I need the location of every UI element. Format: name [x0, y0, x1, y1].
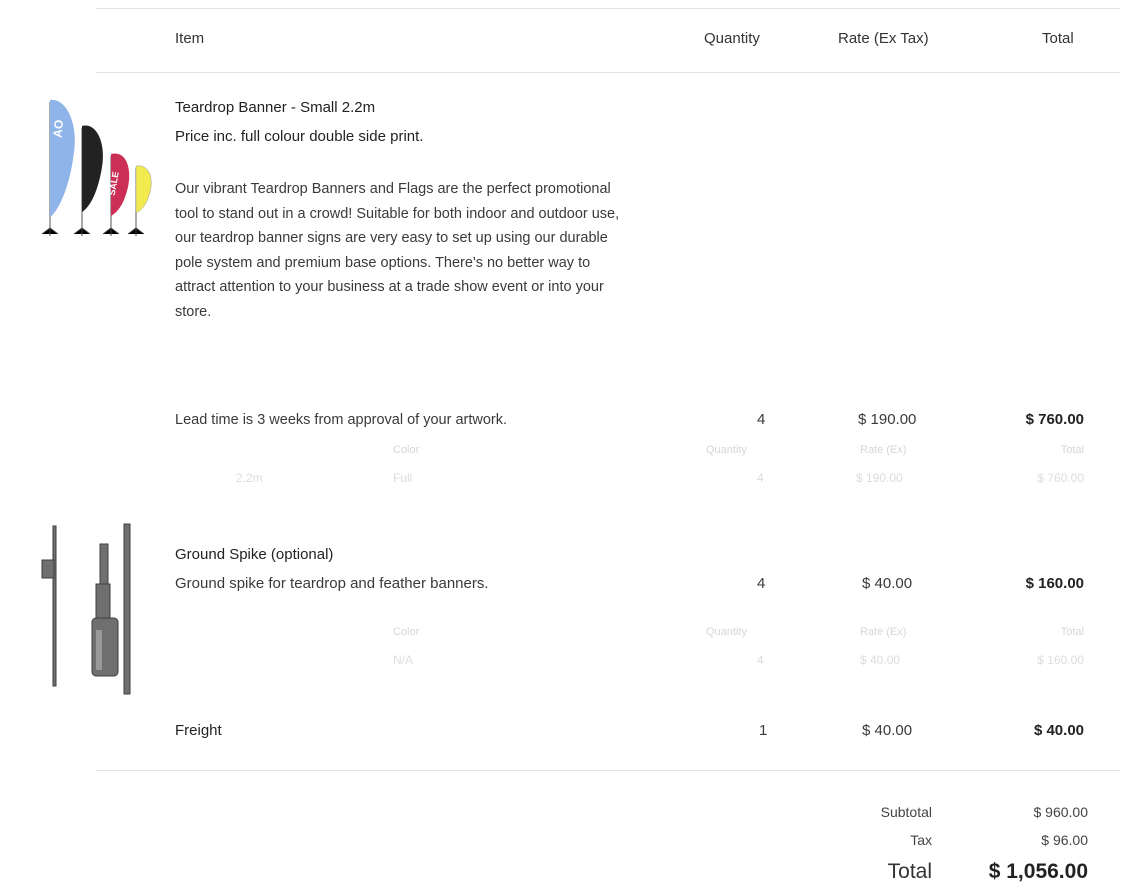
item-2-variant-total: $ 160.00	[1037, 653, 1084, 667]
item-2-rate: $ 40.00	[862, 575, 913, 592]
item-3-rate: $ 40.00	[862, 722, 913, 739]
top-rule	[96, 8, 1120, 9]
item-1-rate: $ 190.00	[858, 411, 917, 428]
grand-total-value: $ 1,056.00	[988, 860, 1088, 883]
header-quantity: Quantity	[704, 30, 760, 47]
item-1-quantity: 4	[757, 411, 766, 428]
item-2-variant-rate: $ 40.00	[860, 653, 901, 667]
header-total: Total	[1042, 30, 1074, 47]
item-3-total: $ 40.00	[1033, 722, 1084, 739]
item-1-variant-total: $ 760.00	[1037, 471, 1084, 485]
item-3-quantity: 1	[759, 722, 768, 739]
subtotal-value: $ 960.00	[1033, 804, 1089, 820]
item-1-description: Our vibrant Teardrop Banners and Flags a…	[175, 181, 620, 320]
item-1-lead-time: Lead time is 3 weeks from approval of yo…	[175, 412, 508, 428]
item-2-variant-header-color: Color	[393, 626, 420, 638]
item-3-title: Freight	[175, 722, 222, 739]
ground-spike-image	[41, 523, 131, 695]
item-1-variant-quantity: 4	[757, 471, 764, 485]
item-1-variant-header-quantity: Quantity	[706, 444, 747, 456]
subtotal-label: Subtotal	[880, 804, 932, 820]
item-1-title: Teardrop Banner - Small 2.2m	[175, 99, 376, 116]
flag-black	[82, 125, 103, 212]
item-1-variant-rate: $ 190.00	[856, 471, 903, 485]
flag-blue-text: AO	[51, 119, 67, 138]
teardrop-banner-image: AO SALE	[41, 99, 152, 236]
flag-blue	[50, 99, 75, 217]
item-1-variant-size: 2.2m	[236, 471, 263, 485]
item-2-title: Ground Spike (optional)	[175, 546, 334, 563]
item-2-variant-color: N/A	[393, 653, 414, 667]
item-2-description: Ground spike for teardrop and feather ba…	[175, 575, 489, 592]
item-1-subtitle: Price inc. full colour double side print…	[175, 128, 424, 145]
flag-yellow	[135, 165, 152, 214]
item-1-variant-header-color: Color	[393, 444, 420, 456]
item-1-variant-header-rate: Rate (Ex)	[860, 444, 907, 456]
item-2-total: $ 160.00	[1025, 575, 1084, 592]
item-1-variant-header-total: Total	[1060, 444, 1084, 456]
item-1-total: $ 760.00	[1025, 411, 1084, 428]
header-item: Item	[175, 30, 205, 47]
tax-value: $ 96.00	[1041, 832, 1088, 848]
tax-label: Tax	[910, 832, 932, 848]
header-rule	[96, 72, 1120, 73]
grand-total-label: Total	[887, 860, 932, 883]
item-2-variant-header-rate: Rate (Ex)	[860, 626, 907, 638]
header-rate: Rate (Ex Tax)	[838, 30, 929, 47]
item-2-variant-quantity: 4	[757, 653, 764, 667]
item-2-variant-header-total: Total	[1060, 626, 1084, 638]
footer-rule	[96, 770, 1120, 771]
item-2-quantity: 4	[757, 575, 766, 592]
item-2-variant-header-quantity: Quantity	[706, 626, 747, 638]
item-1-variant-color: Full	[393, 471, 413, 485]
